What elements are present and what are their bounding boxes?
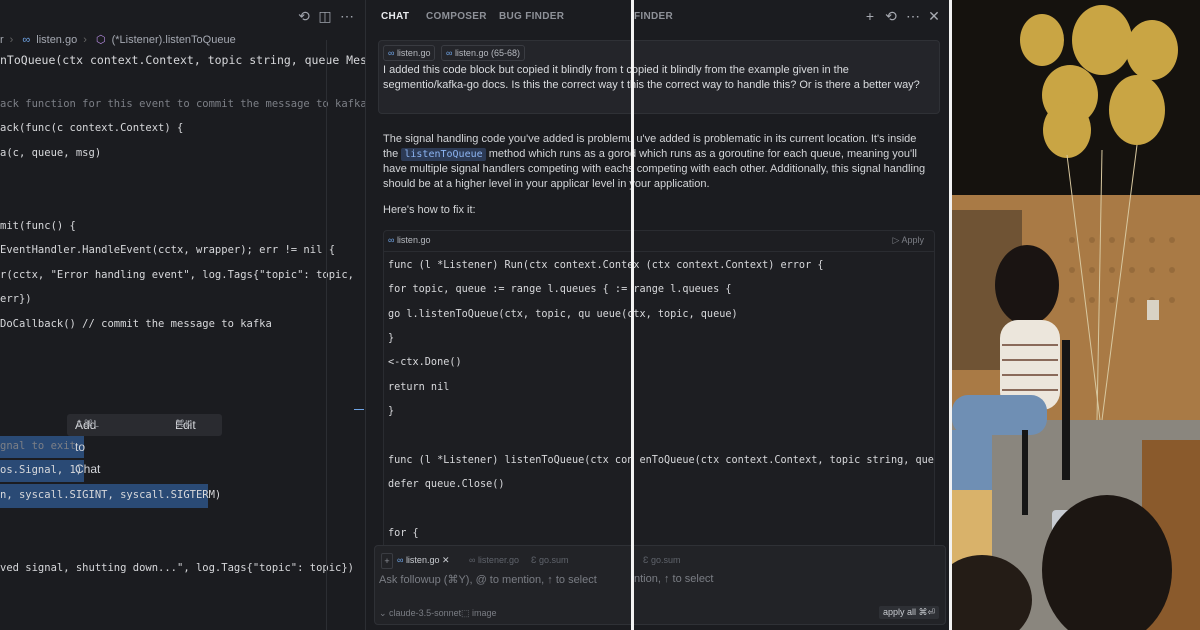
context-pill[interactable]: Ɛ go.sum <box>643 553 680 567</box>
code-line: gnal to exit <box>0 440 76 452</box>
context-pill[interactable]: Ɛ go.sum <box>531 553 568 567</box>
user-message-text: I added this code block but copied it bl… <box>383 64 920 91</box>
method-icon: ⬡ <box>95 34 106 46</box>
context-pill[interactable]: ∞ listen.go <box>383 45 436 61</box>
image-button[interactable]: ⬚ image <box>461 608 497 619</box>
new-chat-icon[interactable]: + <box>862 8 878 24</box>
context-pill[interactable]: ∞ listener.go <box>469 553 519 567</box>
context-pill[interactable]: ∞ listen.go (65-68) <box>441 45 525 61</box>
user-message: ∞ listen.go ∞ listen.go (65-68) I added … <box>378 40 940 114</box>
go-file-icon: ∞ <box>22 34 31 46</box>
code-line: mit(func() { <box>0 220 76 232</box>
scroll-marker <box>354 409 364 410</box>
photo-illustration <box>952 0 1200 630</box>
selection-tooltip: Add to Chat ⇧⌘L Edit ⌘K <box>67 414 222 476</box>
split-editor-icon[interactable]: ◫ <box>317 8 333 24</box>
code-line: } <box>388 333 395 344</box>
input-placeholder: Ask followup (⌘Y), @ to mention, ↑ to se… <box>379 574 597 586</box>
code-block-filename: ∞ listen.go <box>388 235 431 245</box>
code-line: ack(func(c context.Context) { <box>0 122 184 134</box>
close-icon[interactable]: ✕ <box>926 8 942 24</box>
tab-chat[interactable]: CHAT <box>381 11 409 22</box>
code-editor: ⟲ ◫ ⋯ r › ∞ listen.go › ⬡ (*Listener).listen… <box>0 0 366 630</box>
code-line: func (l *Listener) Run(ctx context.Conte… <box>388 260 824 271</box>
tab-composer[interactable]: COMPOSER <box>426 11 487 22</box>
inline-code: listenToQueue <box>401 148 486 161</box>
history-icon[interactable]: ⟲ <box>883 8 899 24</box>
code-line: func (l *Listener) listenToQueue(ctx con… <box>388 455 935 466</box>
code-line: for { <box>388 528 419 539</box>
apply-button[interactable]: ▷ Apply <box>893 235 924 246</box>
breadcrumb-root[interactable]: r <box>0 34 4 46</box>
more-icon[interactable]: ⋯ <box>339 8 355 24</box>
assistant-paragraph: Here's how to fix it: <box>383 204 476 216</box>
go-file-icon: ∞ <box>388 235 395 245</box>
code-line: ack function for this event to commit th… <box>0 98 366 110</box>
code-line: os.Signal, 1) <box>0 464 83 476</box>
model-selector[interactable]: ⌄ claude-3.5-sonnet <box>379 608 461 619</box>
code-line: ved signal, shutting down...", log.Tags{… <box>0 562 355 574</box>
function-signature: nToQueue(ctx context.Context, topic stri… <box>0 53 366 67</box>
context-pill[interactable]: ∞ listen.go ✕ <box>397 553 450 567</box>
apply-all-button[interactable]: apply all ⌘⏎ <box>878 606 939 619</box>
collage-seam <box>631 0 634 630</box>
code-line: n, syscall.SIGINT, syscall.SIGTERM) <box>0 489 222 501</box>
history-icon[interactable]: ⟲ <box>296 8 312 24</box>
go-file-icon: ∞ <box>397 555 404 565</box>
code-line: <-ctx.Done() <box>388 357 462 368</box>
code-block: ∞ listen.go ▷ Apply func (l *Listener) R… <box>383 230 935 552</box>
code-line: defer queue.Close() <box>388 479 505 490</box>
code-line: a(c, queue, msg) <box>0 147 102 159</box>
tab-bug-finder[interactable]: BUG FINDER <box>499 11 564 22</box>
followup-input[interactable]: + ∞ listen.go ✕ ∞ listener.go Ɛ go.sum Ɛ… <box>374 545 946 625</box>
chat-panel: CHAT COMPOSER BUG FINDER FINDER + ⟲ ⋯ ✕ … <box>366 0 952 630</box>
file-icon: Ɛ <box>531 555 537 565</box>
code-line: err}) <box>0 293 32 305</box>
code-line: return nil <box>388 382 450 393</box>
remove-icon[interactable]: ✕ <box>442 555 450 565</box>
editor-topbar: ⟲ ◫ ⋯ <box>0 0 366 32</box>
go-file-icon: ∞ <box>388 48 395 58</box>
code-line: DoCallback() // commit the message to ka… <box>0 318 272 330</box>
breadcrumb-symbol[interactable]: (*Listener).listenToQueue <box>112 34 236 46</box>
code-line: r(cctx, "Error handling event", log.Tags… <box>0 269 355 281</box>
go-file-icon: ∞ <box>446 48 453 58</box>
more-icon[interactable]: ⋯ <box>905 8 921 24</box>
breadcrumb: r › ∞ listen.go › ⬡ (*Listener).listenToQueu… <box>0 34 236 46</box>
add-context-button[interactable]: + <box>381 553 393 569</box>
code-line: EventHandler.HandleEvent(cctx, wrapper);… <box>0 244 336 256</box>
editor-ruler <box>326 40 327 630</box>
breadcrumb-file[interactable]: listen.go <box>36 34 77 46</box>
file-icon: Ɛ <box>643 555 649 565</box>
code-line: for topic, queue := range l.queues { := … <box>388 284 732 295</box>
code-block-header: ∞ listen.go ▷ Apply <box>384 231 934 252</box>
assistant-paragraph: The signal handling code you've added is… <box>383 133 926 190</box>
code-line: go l.listenToQueue(ctx, topic, qu ueue(c… <box>388 309 738 320</box>
input-placeholder: ntion, ↑ to select <box>634 573 714 585</box>
code-line: } <box>388 406 395 417</box>
go-file-icon: ∞ <box>469 555 476 565</box>
tab-bug-finder-duplicate[interactable]: FINDER <box>634 11 673 22</box>
event-photo <box>952 0 1200 630</box>
